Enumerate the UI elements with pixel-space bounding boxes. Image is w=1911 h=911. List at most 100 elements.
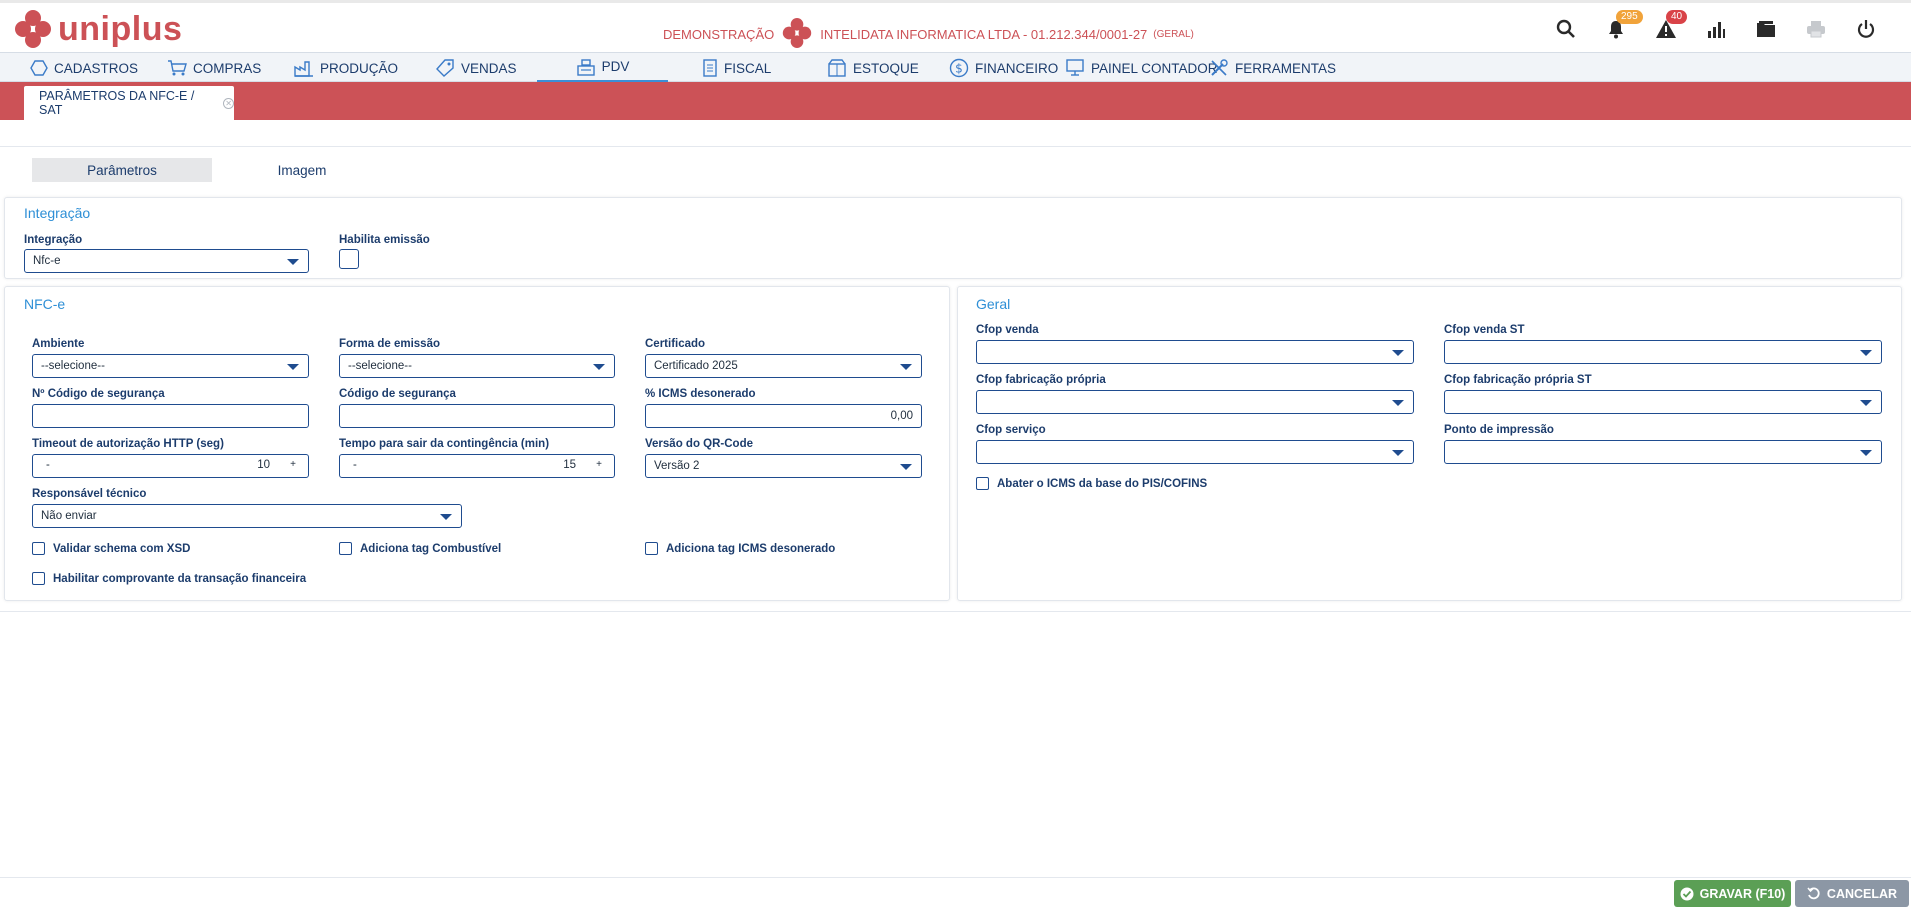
codigo-seguranca-input[interactable] — [339, 404, 615, 428]
chevron-down-icon — [1392, 400, 1404, 406]
responsavel-tecnico-label: Responsável técnico — [32, 488, 147, 500]
folder-icon — [1757, 21, 1775, 37]
plus-icon[interactable]: + — [596, 459, 602, 470]
validar-xsd-checkbox[interactable]: Validar schema com XSD — [32, 542, 190, 555]
checkbox-box[interactable] — [32, 542, 45, 555]
cfop-servico-label: Cfop serviço — [976, 424, 1046, 436]
cfop-fabricacao-select[interactable] — [976, 390, 1414, 414]
chevron-down-icon — [1860, 350, 1872, 356]
cfop-servico-select[interactable] — [976, 440, 1414, 464]
menu-label: FINANCEIRO — [975, 60, 1059, 76]
menu-item-pdv[interactable]: PDV — [537, 53, 668, 83]
plus-icon[interactable]: + — [290, 459, 296, 470]
menu-label: VENDAS — [461, 60, 517, 76]
logout-button[interactable] — [1841, 13, 1891, 45]
close-icon[interactable]: ✕ — [223, 97, 234, 109]
select-value: Não enviar — [41, 510, 97, 522]
tag-icms-desonerado-checkbox[interactable]: Adiciona tag ICMS desonerado — [645, 542, 835, 555]
dollar-icon: $ — [949, 58, 969, 78]
menu-item-vendas[interactable]: VENDAS — [435, 53, 517, 83]
menu-item-financeiro[interactable]: $ FINANCEIRO — [949, 53, 1058, 83]
minus-icon[interactable]: - — [46, 459, 50, 471]
tempo-contingencia-label: Tempo para sair da contingência (min) — [339, 438, 550, 450]
checkbox-box[interactable] — [976, 477, 989, 490]
cfop-venda-st-select[interactable] — [1444, 340, 1882, 364]
tempo-contingencia-stepper[interactable]: - 15 + — [339, 454, 615, 478]
chevron-down-icon — [440, 514, 452, 520]
ponto-impressao-label: Ponto de impressão — [1444, 424, 1554, 436]
checkbox-box[interactable] — [645, 542, 658, 555]
printer-icon — [1807, 21, 1825, 38]
chevron-down-icon — [287, 364, 299, 370]
tab-strip — [0, 82, 1911, 120]
menu-item-producao[interactable]: PRODUÇÃO — [294, 53, 398, 83]
menu-item-fiscal[interactable]: FISCAL — [702, 53, 771, 83]
comprovante-transacao-checkbox[interactable]: Habilitar comprovante da transação finan… — [32, 572, 306, 585]
menu-item-ferramentas[interactable]: FERRAMENTAS — [1209, 53, 1336, 83]
cart-icon — [168, 60, 187, 76]
files-button[interactable] — [1741, 13, 1791, 45]
menu-item-cadastros[interactable]: CADASTROS — [30, 53, 138, 83]
print-button[interactable] — [1791, 13, 1841, 45]
stepper-value: 10 — [257, 459, 270, 471]
icms-desonerado-label: % ICMS desonerado — [645, 388, 756, 400]
alerts-button[interactable]: 40 — [1641, 10, 1691, 45]
subtab-parametros[interactable]: Parâmetros — [32, 158, 212, 182]
tab-parametros-nfce[interactable]: PARÂMETROS DA NFC-E / SAT ✕ — [24, 86, 234, 120]
forma-emissao-select[interactable]: --selecione-- — [339, 354, 615, 378]
cfop-fabricacao-label: Cfop fabricação própria — [976, 374, 1106, 386]
cfop-venda-select[interactable] — [976, 340, 1414, 364]
subtab-imagem[interactable]: Imagem — [212, 158, 392, 182]
minus-icon[interactable]: - — [353, 459, 357, 471]
certificado-select[interactable]: Certificado 2025 — [645, 354, 922, 378]
nfce-title: NFC-e — [24, 296, 66, 312]
search-button[interactable] — [1541, 13, 1591, 45]
habilita-emissao-checkbox[interactable] — [339, 249, 359, 269]
ponto-impressao-select[interactable] — [1444, 440, 1882, 464]
notifications-button[interactable]: 295 — [1591, 10, 1643, 45]
menu-label: FISCAL — [724, 60, 772, 76]
reports-button[interactable] — [1691, 13, 1741, 45]
check-circle-icon — [1680, 887, 1694, 900]
svg-text:$: $ — [955, 62, 963, 76]
company-info[interactable]: DEMONSTRAÇÃO INTELIDATA INFORMATICA LTDA… — [663, 17, 1194, 52]
menu-item-compras[interactable]: COMPRAS — [167, 53, 261, 83]
menu-item-painel-contador[interactable]: PAINEL CONTADOR — [1065, 53, 1218, 83]
chevron-down-icon — [1392, 450, 1404, 456]
tab-label: PARÂMETROS DA NFC-E / SAT — [39, 89, 195, 117]
versao-qrcode-select[interactable]: Versão 2 — [645, 454, 922, 478]
box-icon — [828, 59, 846, 77]
ambiente-select[interactable]: --selecione-- — [32, 354, 309, 378]
versao-qrcode-label: Versão do QR-Code — [645, 438, 753, 450]
hexagon-icon — [30, 60, 48, 76]
num-codigo-seguranca-input[interactable] — [32, 404, 309, 428]
checkbox-box[interactable] — [339, 542, 352, 555]
search-icon — [1556, 19, 1575, 38]
chevron-down-icon — [1392, 350, 1404, 356]
app-logo[interactable]: uniplus — [14, 7, 182, 51]
responsavel-tecnico-select[interactable]: Não enviar — [32, 504, 462, 528]
timeout-stepper[interactable]: - 10 + — [32, 454, 309, 478]
select-value: Nfc-e — [33, 255, 61, 267]
codigo-seguranca-label: Código de segurança — [339, 388, 456, 400]
cfop-venda-st-label: Cfop venda ST — [1444, 324, 1525, 336]
tag-icon — [436, 59, 454, 77]
save-button[interactable]: GRAVAR (F10) — [1674, 880, 1791, 907]
abater-icms-checkbox[interactable]: Abater o ICMS da base do PIS/COFINS — [976, 477, 1207, 490]
geral-title: Geral — [976, 296, 1011, 312]
chevron-down-icon — [287, 259, 299, 265]
integracao-select[interactable]: Nfc-e — [24, 249, 309, 273]
checkbox-box[interactable] — [32, 572, 45, 585]
demo-label: DEMONSTRAÇÃO — [663, 27, 775, 42]
cancel-button[interactable]: CANCELAR — [1795, 880, 1909, 907]
tag-combustivel-checkbox[interactable]: Adiciona tag Combustível — [339, 542, 501, 555]
register-icon — [576, 58, 595, 76]
checkbox-label: Abater o ICMS da base do PIS/COFINS — [997, 477, 1208, 490]
cfop-fabricacao-st-label: Cfop fabricação própria ST — [1444, 374, 1592, 386]
num-codigo-seguranca-label: Nº Código de segurança — [32, 388, 165, 400]
certificado-label: Certificado — [645, 338, 706, 350]
chevron-down-icon — [900, 364, 912, 370]
cfop-fabricacao-st-select[interactable] — [1444, 390, 1882, 414]
icms-desonerado-input[interactable]: 0,00 — [645, 404, 922, 428]
menu-item-estoque[interactable]: ESTOQUE — [827, 53, 919, 83]
